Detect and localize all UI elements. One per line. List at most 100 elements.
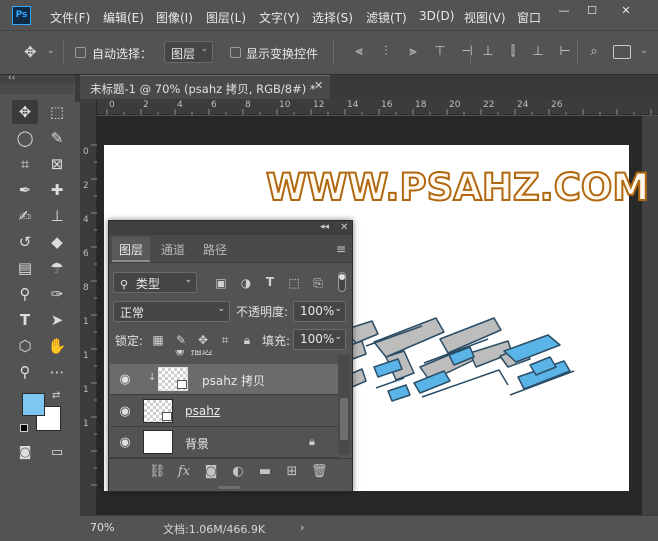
lasso-tool-icon[interactable]: ◯	[12, 126, 38, 150]
zoom-level[interactable]: 70%	[90, 521, 114, 534]
blur-tool-icon[interactable]: ☂	[44, 256, 70, 280]
close-panel-icon[interactable]: ✕	[340, 222, 348, 233]
minimize-icon[interactable]: —	[552, 4, 576, 18]
menu-edit[interactable]: 编辑(E)	[103, 9, 144, 26]
layer-name[interactable]: psahz	[185, 404, 220, 418]
distribute-vcenter-icon[interactable]: ⫿	[505, 44, 521, 60]
menu-3d[interactable]: 3D(D)	[419, 9, 454, 23]
history-brush-tool-icon[interactable]: ↺	[12, 230, 38, 254]
filter-pixel-icon[interactable]: ▣	[213, 276, 229, 290]
clone-stamp-tool-icon[interactable]: ⊥	[44, 204, 70, 228]
align-hcenter-icon[interactable]: ⫶	[378, 44, 394, 60]
eye-icon[interactable]: ◉	[117, 405, 133, 419]
panel-menu-icon[interactable]: ≡	[336, 242, 346, 256]
menu-layer[interactable]: 图层(L)	[206, 9, 246, 26]
brush-tool-icon[interactable]: ✍	[12, 204, 38, 228]
layer-row[interactable]: ◉ 背景 🔒︎	[110, 427, 338, 458]
filter-toggle[interactable]	[338, 272, 346, 292]
align-left-icon[interactable]: ⫷	[351, 44, 367, 60]
layers-scrollbar-thumb[interactable]	[340, 398, 348, 440]
blend-mode-dropdown[interactable]: 正常 ⌄	[113, 301, 230, 322]
filter-smart-object-icon[interactable]: ⎘	[310, 276, 326, 291]
filter-type-icon[interactable]: T	[262, 275, 278, 289]
default-colors-icon[interactable]	[20, 424, 28, 432]
eyedropper-tool-icon[interactable]: ✒	[12, 178, 38, 202]
collapse-panel-icon[interactable]: ◂◂	[320, 222, 329, 232]
distribute-top-icon[interactable]: ⊥	[480, 44, 496, 60]
more-tools-icon[interactable]: ⋯	[44, 360, 70, 384]
layer-thumbnail[interactable]	[143, 430, 173, 454]
align-top-icon[interactable]: ⊤	[432, 44, 448, 60]
path-select-tool-icon[interactable]: ➤	[44, 308, 70, 332]
search-icon[interactable]: ⌕	[586, 44, 602, 60]
distribute-left-icon[interactable]: ⊢	[557, 44, 573, 60]
tab-channels[interactable]: 通道	[161, 241, 185, 258]
lock-pixels-icon[interactable]: ✎	[173, 333, 189, 347]
show-transform-checkbox[interactable]	[230, 47, 241, 58]
marquee-tool-icon[interactable]: ⬚	[44, 100, 70, 124]
move-tool-icon[interactable]: ✥	[12, 100, 38, 124]
fill-input[interactable]: 100% ⌄	[293, 329, 346, 350]
distribute-bottom-icon[interactable]: ⊥	[530, 44, 546, 60]
lock-artboard-icon[interactable]: ⌗	[217, 333, 233, 348]
eraser-tool-icon[interactable]: ◆	[44, 230, 70, 254]
auto-select-dropdown[interactable]: 图层 ⌄	[164, 41, 213, 63]
move-icon[interactable]: ✥	[24, 44, 42, 60]
fx-icon[interactable]: fx	[176, 464, 192, 479]
menu-filter[interactable]: 滤镜(T)	[366, 9, 407, 26]
lock-transparent-icon[interactable]: ▦	[150, 333, 166, 347]
chevron-down-icon[interactable]: ⌄	[47, 46, 55, 56]
chevron-right-icon[interactable]: ›	[300, 521, 304, 534]
new-layer-icon[interactable]: ⊞	[284, 464, 300, 479]
adjustment-layer-icon[interactable]: ◐	[230, 464, 246, 479]
lock-position-icon[interactable]: ✥	[195, 333, 211, 347]
healing-brush-tool-icon[interactable]: ✚	[44, 178, 70, 202]
filter-adjustment-icon[interactable]: ◑	[238, 276, 254, 290]
eye-icon[interactable]: ◉	[175, 350, 185, 357]
dodge-tool-icon[interactable]: ⚲	[12, 282, 38, 306]
layer-name[interactable]: 背景	[185, 435, 209, 452]
align-right-icon[interactable]: ⫸	[405, 44, 421, 60]
maximize-icon[interactable]: ☐	[580, 4, 604, 18]
hand-tool-icon[interactable]: ✋	[44, 334, 70, 358]
auto-select-checkbox[interactable]	[75, 47, 86, 58]
menu-image[interactable]: 图像(I)	[156, 9, 193, 26]
menu-select[interactable]: 选择(S)	[312, 9, 353, 26]
menu-window[interactable]: 窗口	[517, 9, 541, 26]
menu-file[interactable]: 文件(F)	[50, 9, 90, 26]
workspace-icon[interactable]	[613, 45, 631, 59]
chevron-down-icon[interactable]: ⌄	[640, 46, 648, 56]
frame-tool-icon[interactable]: ⊠	[44, 152, 70, 176]
shape-tool-icon[interactable]: ⬡	[12, 334, 38, 358]
swap-colors-icon[interactable]: ⇄	[52, 390, 60, 401]
group-folder-icon[interactable]: ▬	[257, 464, 273, 479]
lock-all-icon[interactable]: 🔒︎	[239, 333, 255, 348]
opacity-input[interactable]: 100% ⌄	[293, 301, 346, 322]
crop-tool-icon[interactable]: ⌗	[12, 152, 38, 176]
eye-icon[interactable]: ◉	[117, 373, 133, 387]
quick-select-tool-icon[interactable]: ✎	[44, 126, 70, 150]
layer-row[interactable]: ◉ psahz	[110, 396, 338, 427]
add-mask-icon[interactable]: ◙	[203, 464, 219, 479]
menu-type[interactable]: 文字(Y)	[259, 9, 300, 26]
tab-layers[interactable]: 图层	[112, 237, 150, 262]
panel-resize-handle[interactable]	[218, 486, 240, 489]
quick-mask-icon[interactable]: ◙	[12, 441, 38, 465]
document-tab[interactable]: 未标题-1 @ 70% (psahz 拷贝, RGB/8#) *	[80, 75, 330, 99]
filter-shape-icon[interactable]: ⬚	[286, 276, 302, 290]
collapse-arrows-icon[interactable]: ‹‹	[8, 73, 15, 83]
menu-view[interactable]: 视图(V)	[464, 9, 506, 26]
type-tool-icon[interactable]: T	[12, 308, 38, 332]
tab-paths[interactable]: 路径	[203, 241, 227, 258]
layer-filter-dropdown[interactable]: ⚲ 类型 ⌄	[113, 272, 197, 293]
foreground-color-swatch[interactable]	[22, 393, 45, 416]
screen-mode-icon[interactable]: ▭	[44, 441, 70, 465]
align-vcenter-icon[interactable]: ⊣	[459, 44, 475, 60]
layer-name[interactable]: psahz 拷贝	[202, 372, 265, 389]
gradient-tool-icon[interactable]: ▤	[12, 256, 38, 280]
zoom-tool-icon[interactable]: ⚲	[12, 360, 38, 384]
close-icon[interactable]: ✕	[614, 4, 638, 18]
trash-icon[interactable]: 🗑︎	[311, 464, 328, 479]
close-icon[interactable]: ✕	[314, 79, 323, 92]
link-layers-icon[interactable]: ⛓	[149, 464, 166, 479]
